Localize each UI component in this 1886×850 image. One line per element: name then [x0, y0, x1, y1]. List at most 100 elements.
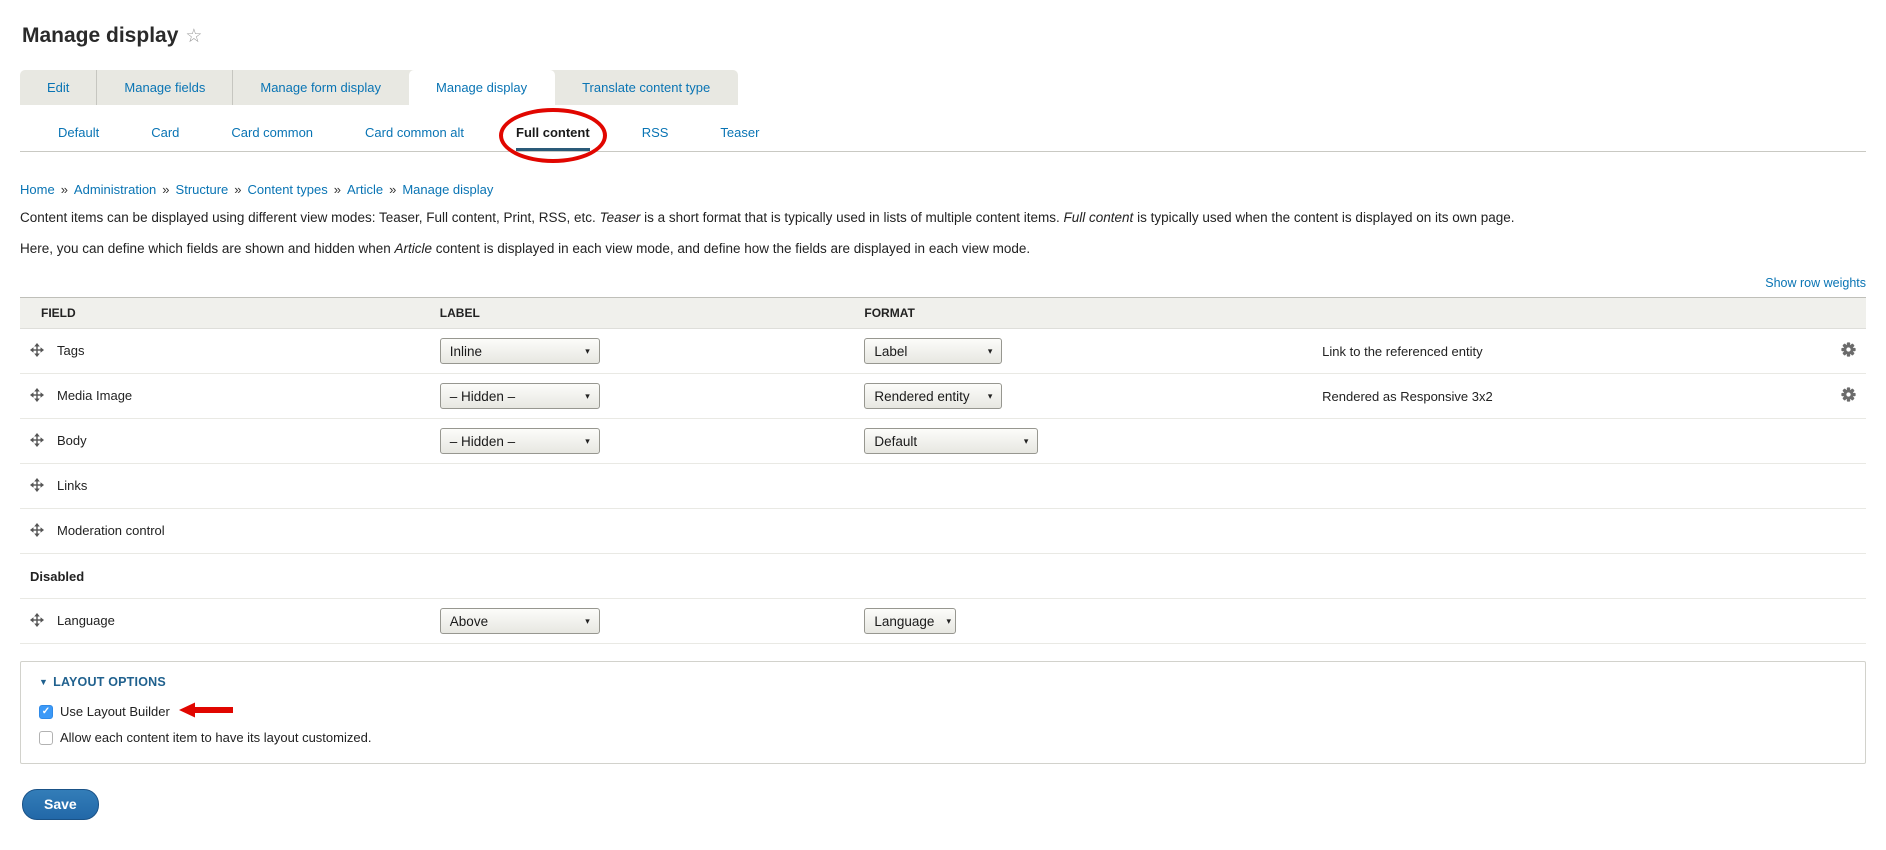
breadcrumb-link-home[interactable]: Home — [20, 182, 55, 197]
format-select-media-image[interactable]: Rendered entity ▾ — [864, 383, 1003, 410]
view-mode-tab-wrap-card-common-alt: Card common alt — [365, 115, 464, 151]
tab-translate-content-type[interactable]: Translate content type — [555, 70, 738, 105]
drag-handle[interactable] — [30, 522, 44, 540]
field-row-body: Body – Hidden – ▾ Default ▾ — [20, 418, 1866, 465]
view-mode-tab-rss[interactable]: RSS — [642, 115, 669, 151]
format-summary-cell: Rendered as Responsive 3x2 — [1312, 373, 1814, 420]
format-summary-cell — [1312, 418, 1814, 465]
settings-cell — [1814, 328, 1866, 375]
layout-options-body: ✓ Use Layout Builder Allow each content it… — [39, 702, 1847, 745]
layout-options-legend[interactable]: ▼ LAYOUT OPTIONS — [39, 675, 1847, 689]
use-layout-builder-checkbox[interactable]: ✓ — [39, 704, 53, 719]
format-summary-cell: Link to the referenced entity — [1312, 328, 1814, 375]
field-name-cell: Links — [20, 463, 430, 510]
drag-handle[interactable] — [30, 477, 44, 495]
favorite-star-icon[interactable]: ☆ — [185, 26, 202, 47]
dropdown-arrow-icon: ▾ — [946, 615, 951, 626]
field-settings-button-media-image[interactable] — [1841, 387, 1856, 405]
checkbox-label: Use Layout Builder — [60, 704, 170, 720]
view-mode-tab-default[interactable]: Default — [58, 115, 99, 151]
field-name-cell: Language — [20, 598, 430, 645]
view-mode-tab-card-common-alt[interactable]: Card common alt — [365, 115, 464, 151]
label-cell: Above ▾ — [429, 598, 855, 645]
column-header-field: FIELD — [20, 297, 430, 330]
intro-text-segment: is a short format that is typically used… — [640, 210, 1064, 225]
save-button[interactable]: Save — [22, 789, 99, 821]
table-header-row: FIELD LABEL FORMAT — [20, 297, 1866, 330]
label-cell: – Hidden – ▾ — [429, 373, 855, 420]
field-row-moderation-control: Moderation control — [20, 508, 1866, 555]
intro-text-segment: Article — [394, 240, 433, 256]
breadcrumb-link-manage-display[interactable]: Manage display — [402, 182, 493, 197]
label-select-tags[interactable]: Inline ▾ — [439, 338, 600, 365]
dropdown-arrow-icon: ▾ — [585, 390, 590, 401]
manage-display-page: Manage display ☆ Edit Manage fields Manage … — [0, 0, 1886, 850]
breadcrumb-link-article[interactable]: Article — [347, 182, 383, 197]
drag-handle-icon — [30, 432, 44, 447]
select-value: Label — [874, 343, 908, 359]
field-name-cell: Body — [20, 418, 430, 465]
intro-text-segment: Teaser — [599, 210, 641, 225]
select-value: – Hidden – — [449, 433, 516, 449]
breadcrumb-link-content-types[interactable]: Content types — [248, 182, 328, 197]
settings-cell — [1814, 418, 1866, 465]
drag-handle[interactable] — [30, 342, 44, 360]
format-cell: Language ▾ — [854, 598, 1313, 645]
tab-manage-fields[interactable]: Manage fields — [97, 70, 234, 105]
red-arrow-wrap — [170, 702, 233, 721]
view-mode-tab-teaser[interactable]: Teaser — [720, 115, 759, 151]
format-select-body[interactable]: Default ▾ — [864, 428, 1039, 455]
breadcrumb-separator: » — [60, 182, 68, 197]
select-value: – Hidden – — [449, 388, 516, 404]
label-select-media-image[interactable]: – Hidden – ▾ — [439, 383, 600, 410]
select-value: Default — [874, 433, 918, 449]
checkbox-label: Allow each content item to have its layo… — [60, 730, 372, 746]
gear-icon — [1841, 387, 1856, 402]
view-mode-tab-card-common[interactable]: Card common — [231, 115, 313, 151]
label-cell — [429, 463, 855, 510]
column-header-summary — [1312, 297, 1814, 330]
dropdown-arrow-icon: ▾ — [1023, 435, 1029, 446]
settings-cell — [1814, 463, 1866, 510]
drag-handle[interactable] — [30, 432, 44, 450]
intro-text-segment: Here, you can define which fields are sh… — [20, 240, 395, 256]
tab-manage-form-display[interactable]: Manage form display — [233, 70, 409, 105]
tab-manage-display[interactable]: Manage display — [409, 70, 556, 105]
checkbox-row-allow-each-content-item-to-have-its-layout-customized[interactable]: Allow each content item to have its layo… — [39, 730, 1847, 745]
breadcrumb-link-administration[interactable]: Administration — [74, 182, 156, 197]
view-mode-tab-full-content[interactable]: Full content — [516, 115, 590, 151]
intro-text-segment: content is displayed in each view mode, … — [432, 240, 1031, 256]
drag-handle-icon — [30, 477, 44, 492]
checkbox-row-use-layout-builder[interactable]: ✓ Use Layout Builder — [39, 702, 1847, 721]
allow-each-content-item-to-have-its-layout-customized-checkbox[interactable] — [39, 730, 53, 745]
intro-text-segment: Full content — [1063, 210, 1134, 225]
field-row-language: Language Above ▾ Language ▾ — [20, 598, 1866, 645]
breadcrumb-link-structure[interactable]: Structure — [176, 182, 229, 197]
select-value: Above — [449, 613, 489, 629]
drag-handle-icon — [30, 612, 44, 627]
view-mode-tab-wrap-card-common: Card common — [231, 115, 313, 151]
dropdown-arrow-icon: ▾ — [987, 345, 993, 356]
format-cell: Label ▾ — [854, 328, 1313, 375]
format-select-tags[interactable]: Label ▾ — [864, 338, 1003, 365]
view-mode-tab-wrap-default: Default — [58, 115, 99, 151]
dropdown-arrow-icon: ▾ — [585, 435, 590, 446]
label-select-body[interactable]: – Hidden – ▾ — [439, 428, 600, 455]
format-cell: Default ▾ — [854, 418, 1313, 465]
field-name: Tags — [57, 342, 85, 358]
view-mode-tab-card[interactable]: Card — [151, 115, 179, 151]
field-settings-button-tags[interactable] — [1841, 342, 1856, 360]
drag-handle[interactable] — [30, 612, 44, 630]
view-mode-tab-wrap-teaser: Teaser — [720, 115, 759, 151]
format-summary-cell — [1312, 598, 1814, 645]
show-row-weights-link[interactable]: Show row weights — [1765, 276, 1866, 290]
drag-handle[interactable] — [30, 387, 44, 405]
tab-edit[interactable]: Edit — [20, 70, 98, 105]
breadcrumb: Home » Administration » Structure » Content ty… — [20, 182, 1866, 197]
gear-icon — [1841, 342, 1856, 357]
view-mode-tab-wrap-card: Card — [151, 115, 179, 151]
format-select-language[interactable]: Language ▾ — [864, 608, 957, 635]
label-select-language[interactable]: Above ▾ — [439, 608, 600, 635]
breadcrumb-separator: » — [234, 182, 242, 197]
field-name: Media Image — [57, 387, 133, 403]
